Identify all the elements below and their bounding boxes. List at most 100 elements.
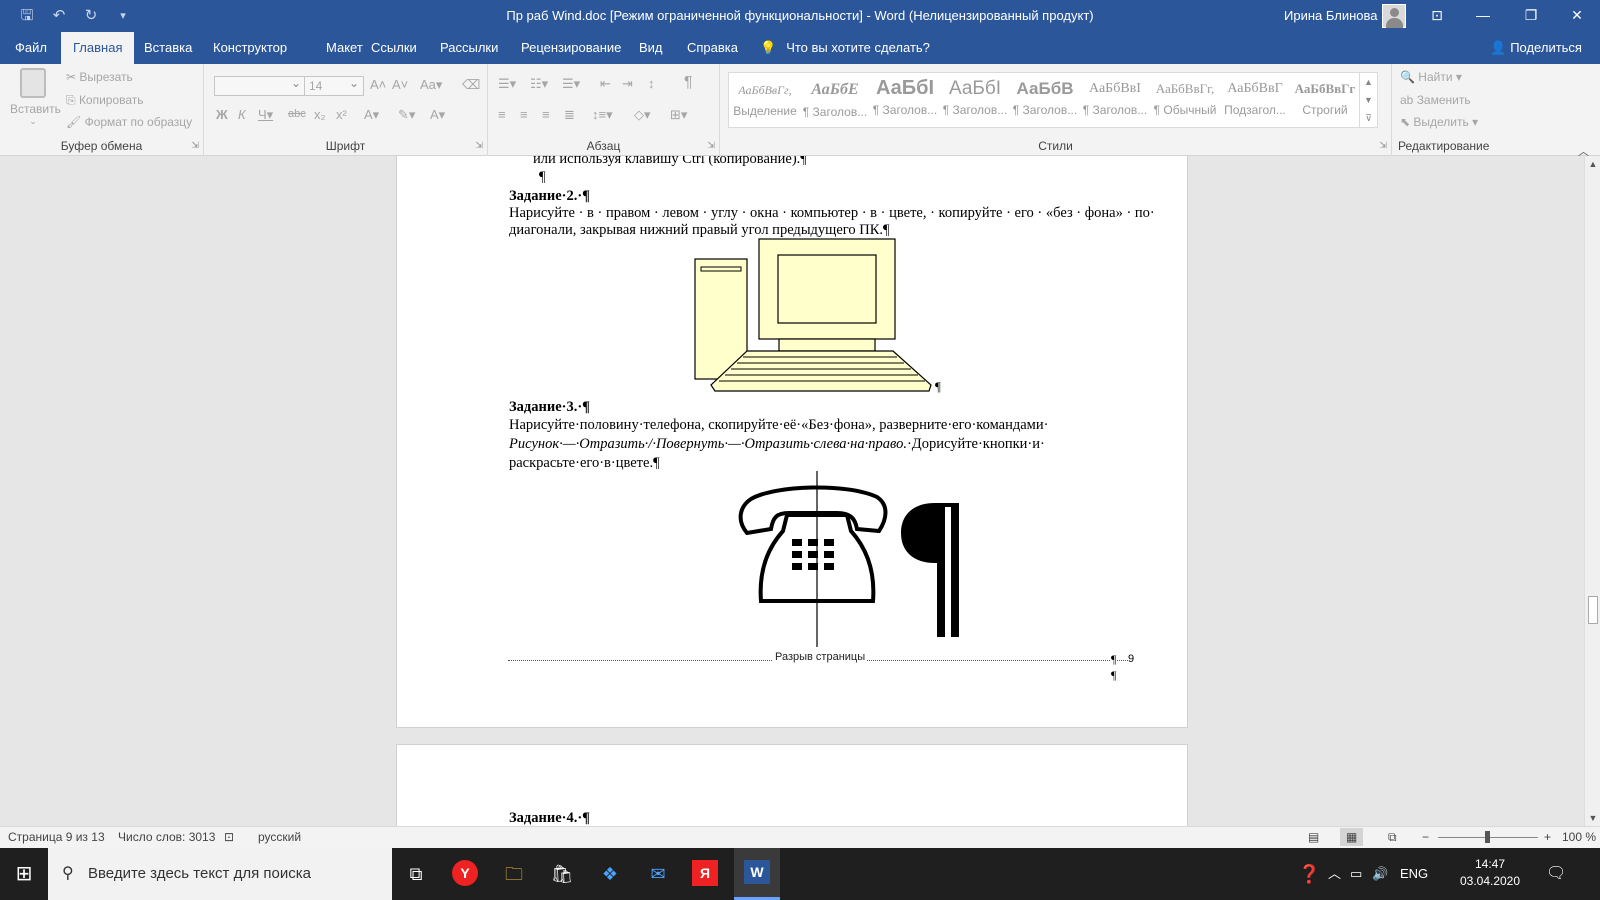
- tab-mailings[interactable]: Рассылки: [428, 32, 510, 64]
- yandex-icon[interactable]: Я: [692, 860, 718, 886]
- multilevel-list-icon[interactable]: ☰▾: [562, 76, 580, 92]
- task2-text-line1[interactable]: Нарисуйте · в · правом · левом · углу · …: [509, 205, 1155, 222]
- tab-design[interactable]: Конструктор: [201, 32, 299, 64]
- dropbox-icon[interactable]: ❖: [596, 860, 624, 888]
- text-effects-icon[interactable]: A▾: [364, 107, 379, 123]
- task3-text-line1[interactable]: Нарисуйте·половину·телефона, скопируйте·…: [509, 417, 1048, 434]
- ribbon-display-options-icon[interactable]: ⊡: [1414, 0, 1460, 32]
- chevron-down-icon[interactable]: ▼: [1360, 91, 1377, 109]
- dialog-launcher-icon[interactable]: ⇲: [475, 140, 483, 151]
- taskbar-search[interactable]: ⚲ Введите здесь текст для поиска: [48, 848, 392, 900]
- avatar[interactable]: [1382, 4, 1406, 28]
- justify-icon[interactable]: ≣: [564, 107, 575, 123]
- dialog-launcher-icon[interactable]: ⇲: [1379, 140, 1387, 151]
- tab-review[interactable]: Рецензирование: [509, 32, 633, 64]
- computer-drawing[interactable]: [693, 237, 953, 397]
- align-left-icon[interactable]: ≡: [498, 107, 506, 122]
- tab-help[interactable]: Справка: [675, 32, 750, 64]
- subscript-icon[interactable]: x₂: [314, 107, 326, 122]
- tray-chevron-icon[interactable]: ︿: [1328, 848, 1341, 900]
- word-taskbar-button[interactable]: W: [734, 848, 780, 900]
- find-button[interactable]: 🔍 Найти ▾: [1400, 70, 1462, 84]
- task2-title[interactable]: Задание·2.·¶: [509, 188, 590, 205]
- tab-file[interactable]: Файл: [3, 32, 59, 64]
- dialog-launcher-icon[interactable]: ⇲: [191, 140, 199, 151]
- tell-me-search[interactable]: 💡 Что вы хотите сделать?: [760, 32, 930, 64]
- tab-home[interactable]: Главная: [61, 32, 135, 64]
- file-explorer-icon[interactable]: 🗀: [500, 860, 528, 888]
- font-color-icon[interactable]: A▾: [430, 107, 445, 123]
- format-painter-button[interactable]: 🖌 Формат по образцу: [66, 115, 192, 129]
- replace-button[interactable]: ab Заменить: [1400, 93, 1471, 107]
- telephone-drawing[interactable]: [737, 471, 983, 647]
- minimize-icon[interactable]: —: [1460, 0, 1506, 32]
- line-spacing-icon[interactable]: ↕≡▾: [592, 107, 613, 123]
- tab-view[interactable]: Вид: [627, 32, 675, 64]
- align-center-icon[interactable]: ≡: [520, 107, 528, 122]
- highlight-icon[interactable]: ✎▾: [398, 107, 415, 123]
- paragraph[interactable]: или используя клавишу Ctrl (копирование)…: [533, 156, 807, 168]
- read-mode-icon[interactable]: ▤: [1308, 830, 1319, 844]
- copy-button[interactable]: ⎘ Копировать: [66, 93, 144, 108]
- proofing-icon[interactable]: ⊡: [224, 830, 234, 844]
- scroll-thumb[interactable]: [1588, 596, 1598, 624]
- web-layout-icon[interactable]: ⧉: [1388, 830, 1397, 845]
- show-marks-icon[interactable]: ¶: [684, 74, 693, 92]
- paste-button[interactable]: Вставить ⌄: [10, 68, 61, 127]
- bold-icon[interactable]: Ж: [216, 107, 228, 122]
- network-icon[interactable]: ▭: [1350, 848, 1362, 900]
- cut-button[interactable]: ✂ Вырезать: [66, 70, 133, 84]
- style-heading1[interactable]: АаБбЕ ¶ Заголов...: [801, 75, 869, 127]
- tab-references[interactable]: Ссылки: [359, 32, 429, 64]
- select-button[interactable]: ⬉ Выделить ▾: [1400, 115, 1478, 129]
- close-icon[interactable]: ✕: [1554, 0, 1600, 32]
- tab-insert[interactable]: Вставка: [132, 32, 204, 64]
- zoom-in-icon[interactable]: +: [1544, 830, 1551, 844]
- windows-start-icon[interactable]: ⊞: [10, 860, 38, 888]
- chevron-up-icon[interactable]: ▲: [1360, 73, 1377, 91]
- zoom-slider-thumb[interactable]: [1485, 831, 1490, 843]
- yandex-browser-icon[interactable]: Y: [452, 860, 478, 886]
- zoom-out-icon[interactable]: −: [1422, 830, 1429, 844]
- font-size-combo[interactable]: 14: [304, 74, 364, 96]
- print-layout-icon[interactable]: ▦: [1340, 828, 1364, 846]
- word-count[interactable]: Число слов: 3013: [118, 830, 215, 844]
- share-button[interactable]: 👤 Поделиться: [1490, 32, 1582, 64]
- store-icon[interactable]: 🛍: [548, 860, 576, 888]
- style-heading4[interactable]: АаБбВ ¶ Заголов...: [1011, 75, 1079, 127]
- decrease-indent-icon[interactable]: ⇤: [600, 76, 611, 92]
- page-indicator[interactable]: Страница 9 из 13: [8, 830, 105, 844]
- style-heading5[interactable]: АаБбВвІ ¶ Заголов...: [1081, 75, 1149, 127]
- help-icon[interactable]: ❓: [1298, 848, 1320, 900]
- style-emphasis[interactable]: АаБбВвГг, Выделение: [731, 75, 799, 127]
- align-right-icon[interactable]: ≡: [542, 107, 550, 122]
- style-subtitle[interactable]: АаБбВвГ Подзагол...: [1221, 75, 1289, 127]
- scroll-down-icon[interactable]: ▼: [1585, 810, 1600, 826]
- sort-icon[interactable]: ↕: [648, 76, 655, 91]
- bullets-icon[interactable]: ☰▾: [498, 76, 516, 92]
- borders-icon[interactable]: ⊞▾: [670, 107, 687, 123]
- empty-paragraph[interactable]: ¶: [539, 169, 546, 186]
- style-strong[interactable]: АаБбВвГг Строгий: [1291, 75, 1359, 127]
- dialog-launcher-icon[interactable]: ⇲: [707, 140, 715, 151]
- numbering-icon[interactable]: ☷▾: [530, 76, 548, 92]
- superscript-icon[interactable]: x²: [336, 107, 347, 122]
- task3-title[interactable]: Задание·3.·¶: [509, 399, 590, 416]
- language-indicator-tray[interactable]: ENG: [1400, 848, 1428, 900]
- style-heading3[interactable]: АаБбI ¶ Заголов...: [941, 75, 1009, 127]
- task3-text-line3[interactable]: раскрасьте·его·в·цвете.¶: [509, 455, 660, 472]
- grow-font-icon[interactable]: A˄: [370, 77, 386, 92]
- underline-icon[interactable]: Ч▾: [258, 107, 273, 123]
- change-case-icon[interactable]: Aa▾: [420, 77, 442, 93]
- increase-indent-icon[interactable]: ⇥: [622, 76, 633, 92]
- shrink-font-icon[interactable]: A˅: [392, 77, 408, 92]
- notifications-icon[interactable]: 🗨: [1546, 848, 1566, 900]
- italic-icon[interactable]: К: [238, 107, 246, 122]
- clear-formatting-icon[interactable]: ⌫: [462, 77, 480, 93]
- user-name[interactable]: Ирина Блинова: [1284, 8, 1378, 23]
- zoom-level[interactable]: 100 %: [1562, 830, 1596, 844]
- clock[interactable]: 14:47 03.04.2020: [1458, 856, 1522, 890]
- mail-icon[interactable]: ✉: [644, 860, 672, 888]
- style-heading2[interactable]: АаБбI ¶ Заголов...: [871, 75, 939, 127]
- more-icon[interactable]: ⊽: [1360, 109, 1377, 127]
